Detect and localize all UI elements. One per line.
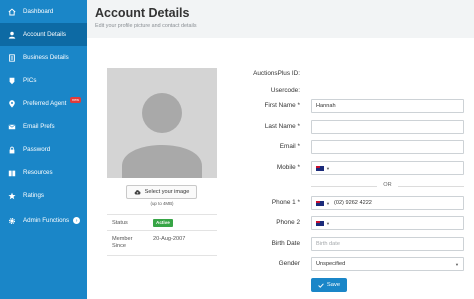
- divider: [107, 214, 217, 215]
- sidebar-item-pics[interactable]: PICs: [0, 69, 87, 92]
- sidebar-item-business-details[interactable]: Business Details: [0, 46, 87, 69]
- save-button[interactable]: Save: [311, 278, 347, 292]
- member-since-value: 20-Aug-2007: [153, 236, 186, 242]
- sidebar-item-email-prefs[interactable]: Email Prefs: [0, 115, 87, 138]
- gear-icon: [8, 217, 16, 225]
- cloud-upload-icon: [134, 190, 141, 195]
- profile-picture: [107, 68, 217, 178]
- gender-select[interactable]: Unspecified ▼: [311, 257, 464, 271]
- sidebar-item-label: Admin Functions: [23, 217, 70, 224]
- chevron-right-icon[interactable]: ›: [73, 217, 81, 224]
- star-icon: [8, 192, 16, 200]
- last-name-label: Last Name *: [264, 123, 300, 130]
- sidebar-item-label: Dashboard: [23, 8, 54, 15]
- last-name-field[interactable]: [311, 120, 464, 134]
- book-icon: [8, 169, 16, 177]
- first-name-label: First Name *: [264, 102, 300, 109]
- caret-down-icon: ▼: [326, 220, 330, 226]
- status-badge: Active: [153, 219, 173, 227]
- sidebar-item-dashboard[interactable]: Dashboard: [0, 0, 87, 23]
- phone2-label: Phone 2: [276, 219, 300, 226]
- australia-flag-icon[interactable]: [316, 165, 324, 171]
- australia-flag-icon[interactable]: [316, 200, 324, 206]
- pin-icon: [8, 77, 16, 85]
- usercode-label: Usercode:: [270, 87, 300, 94]
- email-field[interactable]: [311, 140, 464, 154]
- status-label: Status: [112, 220, 128, 226]
- caret-down-icon: ▼: [326, 200, 330, 206]
- gender-value: Unspecified: [316, 261, 346, 267]
- phone1-label: Phone 1 *: [271, 199, 300, 206]
- user-silhouette-icon: [107, 68, 217, 178]
- caret-down-icon: ▼: [326, 165, 330, 171]
- select-image-label: Select your image: [144, 189, 190, 195]
- sidebar-item-label: Ratings: [23, 192, 44, 199]
- sidebar-item-label: Password: [23, 146, 51, 153]
- sidebar-item-preferred-agent[interactable]: Preferred Agent new: [0, 92, 87, 115]
- sidebar-item-label: Account Details: [23, 31, 66, 38]
- sidebar: Dashboard Account Details Business Detai…: [0, 0, 87, 299]
- mobile-label: Mobile *: [276, 164, 300, 171]
- home-icon: [8, 8, 16, 16]
- phone2-field[interactable]: ▼: [311, 216, 464, 230]
- divider-line: [398, 186, 464, 187]
- birth-date-label: Birth Date: [271, 240, 300, 247]
- page-title: Account Details: [95, 6, 190, 20]
- phone1-field[interactable]: ▼ (02) 9262 4222: [311, 196, 464, 210]
- sidebar-item-label: PICs: [23, 77, 37, 84]
- upload-limit: (up to 4MB): [150, 201, 174, 206]
- document-icon: [8, 53, 16, 62]
- page-header: Account Details Edit your profile pictur…: [87, 0, 474, 38]
- sidebar-item-resources[interactable]: Resources: [0, 161, 87, 184]
- caret-down-icon: ▼: [455, 262, 459, 267]
- first-name-field[interactable]: Hannah: [311, 99, 464, 113]
- divider: [107, 230, 217, 231]
- or-text: OR: [383, 182, 392, 188]
- email-icon: [8, 123, 16, 131]
- member-since-label-2: Since: [112, 243, 126, 249]
- member-since-label-1: Member: [112, 236, 133, 242]
- auctionsplus-id-label: AuctionsPlus ID:: [253, 70, 300, 77]
- first-name-value: Hannah: [316, 103, 336, 109]
- sidebar-item-admin-functions[interactable]: Admin Functions ›: [0, 209, 87, 232]
- user-icon: [8, 31, 16, 39]
- save-label: Save: [326, 282, 341, 288]
- sidebar-item-account-details[interactable]: Account Details: [0, 23, 87, 46]
- phone1-value: (02) 9262 4222: [333, 200, 372, 206]
- birth-date-field[interactable]: Birth date: [311, 237, 464, 251]
- mobile-field[interactable]: ▼: [311, 161, 464, 175]
- australia-flag-icon[interactable]: [316, 220, 324, 226]
- sidebar-item-password[interactable]: Password: [0, 138, 87, 161]
- or-divider: OR: [311, 182, 464, 190]
- check-icon: [318, 282, 324, 288]
- new-badge: new: [70, 97, 81, 103]
- divider: [107, 255, 217, 256]
- gender-label: Gender: [278, 260, 300, 267]
- birth-date-placeholder: Birth date: [316, 241, 340, 247]
- sidebar-item-label: Email Prefs: [23, 123, 55, 130]
- email-label: Email *: [279, 143, 300, 150]
- lock-icon: [8, 146, 16, 154]
- page-subtitle: Edit your profile picture and contact de…: [95, 23, 197, 29]
- sidebar-item-label: Preferred Agent: [23, 100, 67, 107]
- sidebar-item-label: Resources: [23, 169, 53, 176]
- location-pin-icon: [8, 99, 16, 108]
- sidebar-item-label: Business Details: [23, 54, 69, 61]
- select-image-button[interactable]: Select your image: [126, 185, 197, 199]
- sidebar-item-ratings[interactable]: Ratings: [0, 184, 87, 207]
